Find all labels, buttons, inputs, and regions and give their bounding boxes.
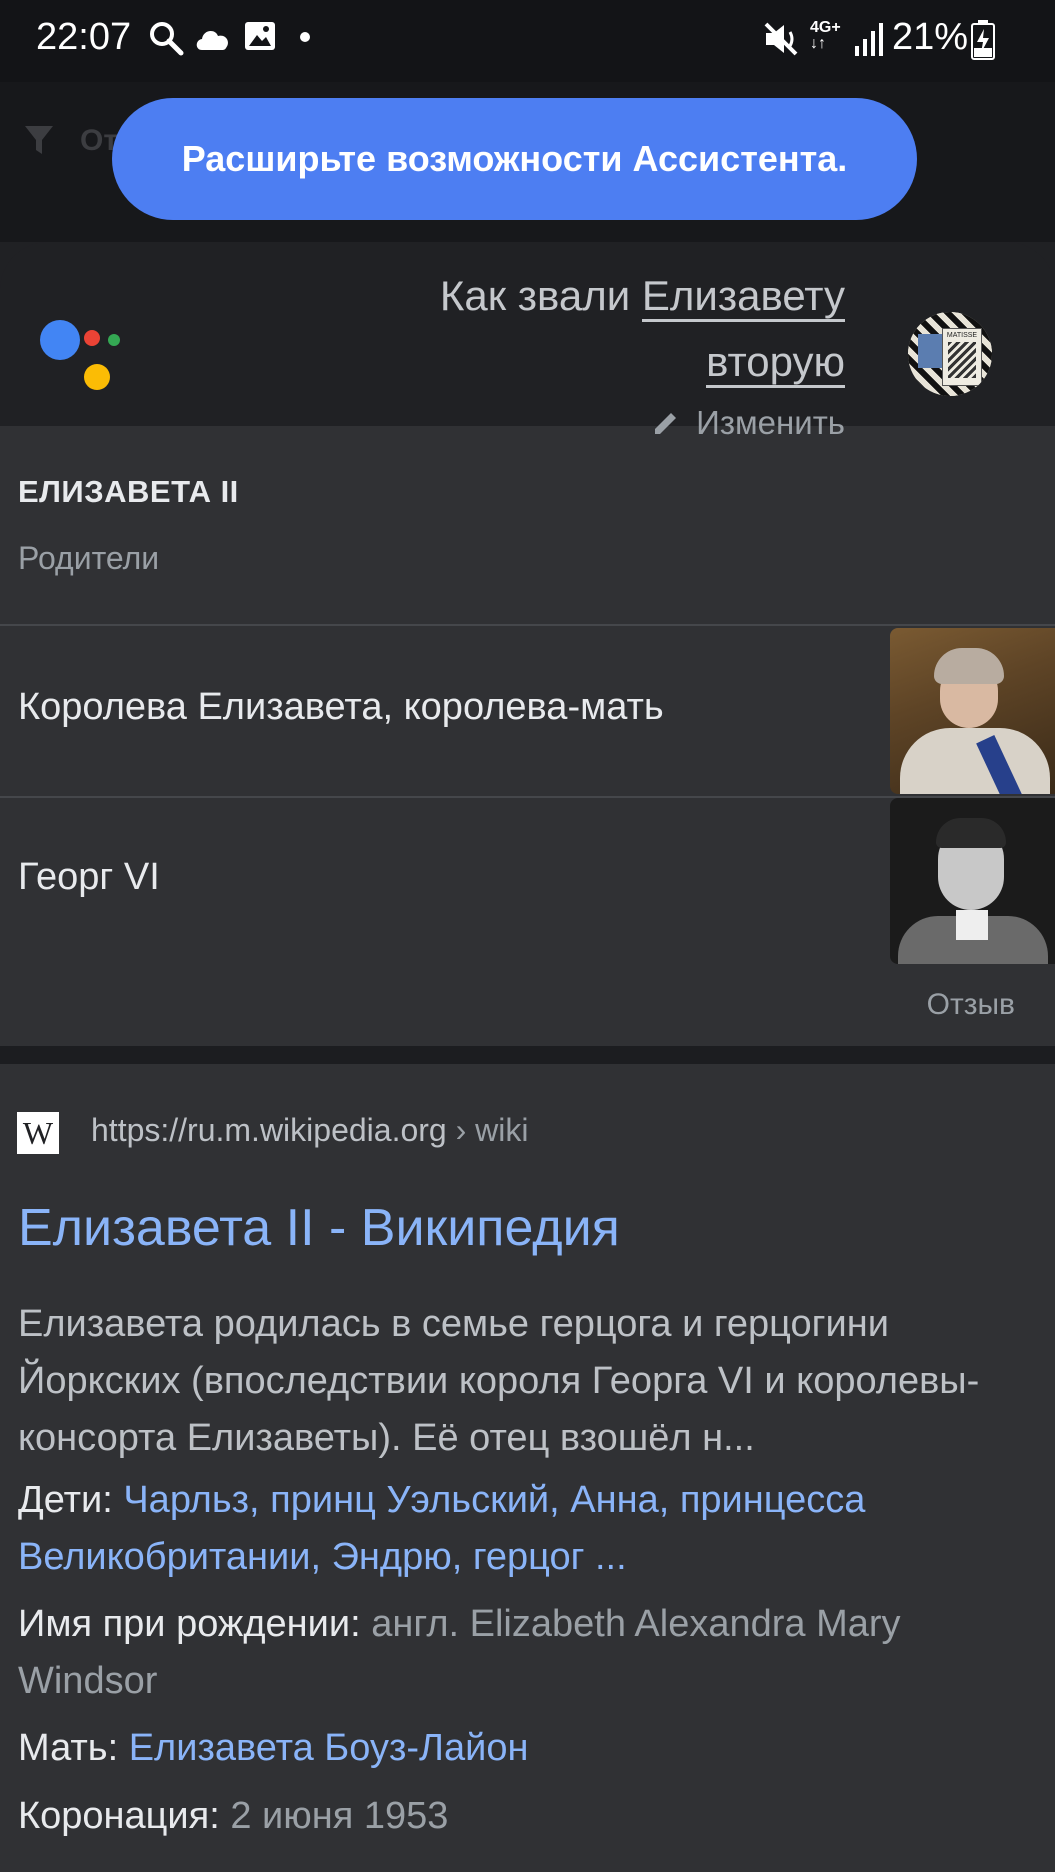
coronation-value: 2 июня 1953 [230,1795,449,1837]
wikipedia-icon: W [17,1112,59,1154]
image-icon [245,22,275,50]
parent-name-1: Королева Елизавета, королева-мать [18,686,664,728]
cloud-icon [196,30,229,50]
query-line-1[interactable]: Как звали Елизавету [439,272,845,322]
network-label: 4G+ [810,19,841,36]
logo-dot-green [108,334,120,346]
parent-photo-queen-mother [890,628,1055,794]
edit-label: Изменить [696,404,845,441]
fact-mother: Мать: Елизавета Боуз-Лайон [18,1720,1028,1777]
status-time: 22:07 [36,16,132,58]
fact-coronation: Коронация: 2 июня 1953 [18,1788,1028,1845]
logo-dot-yellow [84,364,110,390]
battery-percent: 21% [892,16,969,58]
mute-icon [764,22,798,56]
avatar-book-label: MATISSE [946,332,978,339]
result-url[interactable]: https://ru.m.wikipedia.org › wiki [91,1112,528,1149]
url-domain: https://ru.m.wikipedia.org [91,1112,447,1148]
parent-photo-george-vi [890,798,1055,964]
entity-subtitle: Родители [18,540,160,576]
avatar-book: MATISSE [942,328,982,386]
mother-link[interactable]: Елизавета Боуз-Лайон [129,1727,529,1769]
query-word-1[interactable]: Елизавету [641,272,845,322]
avatar[interactable]: MATISSE [908,312,992,396]
upgrade-assistant-banner[interactable]: Расширьте возможности Ассистента. [112,98,917,220]
parent-name-2: Георг VI [18,856,160,898]
result-title-link[interactable]: Елизавета II - Википедия [18,1198,620,1258]
battery-icon [971,20,995,60]
fact-label: Имя при рождении: [18,1603,372,1645]
entity-title: ЕЛИЗАВЕТА II [18,474,239,509]
edit-query-button[interactable]: Изменить [652,404,845,442]
query-word-2[interactable]: вторую [706,338,845,388]
avatar-book-pattern [948,342,976,378]
fact-birth-name: Имя при рождении: англ. Elizabeth Alexan… [18,1596,1028,1710]
query-line-2[interactable]: вторую [706,338,845,388]
photo-collar [956,910,988,940]
network-icon: 4G+ ↓↑ [810,19,841,52]
fact-children: Дети: Чарльз, принц Уэльский, Анна, прин… [18,1472,1028,1586]
search-icon [150,22,184,56]
url-path: › wiki [446,1112,529,1148]
feedback-link[interactable]: Отзыв [927,988,1015,1022]
logo-dot-blue [40,320,80,360]
fact-label: Мать: [18,1727,129,1769]
fact-label: Коронация: [18,1795,231,1837]
section-separator [0,1046,1055,1064]
children-link[interactable]: Чарльз, принц Уэльский, Анна, принцесса … [18,1479,865,1578]
signal-icon [855,23,883,56]
query-text: Как звали [439,272,642,319]
logo-dot-red [84,330,100,346]
photo-dress [900,728,1050,794]
assistant-logo [30,312,130,392]
filter-icon [25,126,53,154]
result-snippet: Елизавета родилась в семье герцога и гер… [18,1303,980,1459]
fact-label: Дети: [18,1479,124,1521]
pencil-icon [655,413,677,434]
dot-icon [300,32,310,42]
photo-hair [936,818,1006,848]
photo-hair [934,648,1004,684]
